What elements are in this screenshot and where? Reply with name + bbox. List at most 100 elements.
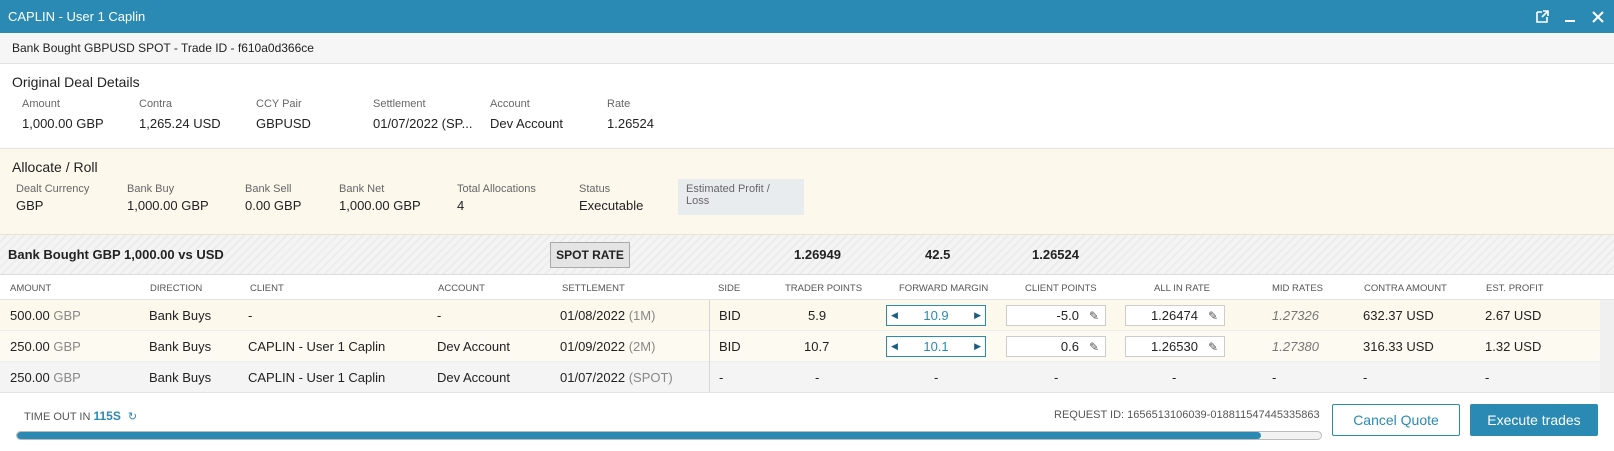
field-bank-net: Bank Net 1,000.00 GBP (339, 183, 457, 215)
field-label: Bank Net (339, 183, 385, 195)
progress-fill (17, 432, 1262, 439)
field-label: Dealt Currency (16, 183, 90, 195)
field-value: 1,265.24 USD (139, 116, 221, 131)
col-contra-amount[interactable]: CONTRA AMOUNT (1364, 276, 1447, 300)
pencil-icon[interactable]: ✎ (1208, 340, 1218, 354)
all-in-rate-input[interactable]: 1.26474 ✎ (1125, 305, 1225, 326)
profit-cell: 2.67 USD (1485, 307, 1542, 323)
title-bar: CAPLIN - User 1 Caplin (0, 0, 1614, 33)
table-row[interactable]: 250.00 GBP Bank Buys CAPLIN - User 1 Cap… (0, 362, 1614, 393)
side-cell: BID (719, 338, 741, 354)
field-label: Contra (139, 98, 173, 110)
account-cell: Dev Account (437, 338, 510, 354)
col-direction[interactable]: DIRECTION (150, 276, 202, 300)
execute-trades-button[interactable]: Execute trades (1470, 404, 1598, 436)
account-cell: Dev Account (437, 369, 510, 385)
settlement-date: 01/08/2022 (560, 307, 626, 323)
profit-cell: - (1485, 369, 1490, 385)
client-points-input[interactable]: -5.0 ✎ (1006, 305, 1106, 326)
refresh-icon[interactable]: ↻ (128, 411, 137, 423)
all-in-rate-value[interactable]: 1.26474 (1151, 308, 1198, 323)
decrement-icon[interactable]: ◀ (891, 341, 898, 352)
forward-margin-value[interactable]: 10.1 (923, 339, 948, 354)
field-label: Status (579, 183, 611, 195)
col-client[interactable]: CLIENT (250, 276, 284, 300)
minimize-icon[interactable] (1562, 9, 1578, 25)
spot-value-3: 1.26524 (1032, 247, 1079, 262)
mid-rate-cell: - (1272, 369, 1277, 385)
col-all-in-rate[interactable]: ALL IN RATE (1154, 276, 1210, 300)
client-points-value[interactable]: -5.0 (1057, 308, 1079, 323)
footer: TIME OUT IN 115S ↻ REQUEST ID: 165651310… (0, 392, 1614, 451)
settlement-date: 01/07/2022 (560, 369, 626, 385)
field-settlement: Settlement 01/07/2022 (SP... (373, 98, 490, 131)
field-value: 1,000.00 GBP (339, 198, 421, 213)
window-title: CAPLIN - User 1 Caplin (8, 9, 146, 24)
spot-rate-bar: Bank Bought GBP 1,000.00 vs USD SPOT RAT… (0, 235, 1614, 275)
field-contra: Contra 1,265.24 USD (139, 98, 256, 131)
field-value: 01/07/2022 (SP... (373, 116, 473, 131)
field-value: 3.99 USD (686, 210, 796, 211)
status-value: Executable (579, 198, 644, 213)
field-label: Settlement (373, 98, 426, 110)
increment-icon[interactable]: ▶ (974, 341, 981, 352)
all-in-rate-input[interactable]: 1.26530 ✎ (1125, 336, 1225, 357)
close-icon[interactable] (1590, 9, 1606, 25)
settlement-tenor: (2M) (628, 338, 656, 354)
col-trader-points[interactable]: TRADER POINTS (785, 276, 862, 300)
field-account: Account Dev Account (490, 98, 607, 131)
account-cell: - (437, 307, 442, 323)
spot-rate-button[interactable]: SPOT RATE (550, 242, 630, 268)
forward-margin-cell: - (934, 369, 939, 385)
pencil-icon[interactable]: ✎ (1089, 309, 1099, 323)
all-in-rate-value[interactable]: 1.26530 (1151, 339, 1198, 354)
decrement-icon[interactable]: ◀ (891, 310, 898, 321)
table-row[interactable]: 250.00 GBP Bank Buys CAPLIN - User 1 Cap… (0, 331, 1614, 362)
col-amount[interactable]: AMOUNT (10, 276, 51, 300)
client-points-value[interactable]: 0.6 (1061, 339, 1079, 354)
client-cell: CAPLIN - User 1 Caplin (248, 338, 386, 354)
forward-margin-stepper[interactable]: ◀ 10.1 ▶ (886, 336, 986, 357)
field-label: Total Allocations (457, 183, 536, 195)
amount-ccy: GBP (53, 307, 81, 323)
settlement-cell: 01/07/2022 (SPOT) (560, 362, 673, 392)
col-mid-rates[interactable]: MID RATES (1272, 276, 1323, 300)
amount-cell: 250.00 GBP (10, 331, 81, 361)
amount-value: 250.00 (10, 338, 50, 354)
forward-margin-value[interactable]: 10.9 (923, 308, 948, 323)
table-row[interactable]: 500.00 GBP Bank Buys - - 01/08/2022 (1M)… (0, 300, 1614, 331)
field-label: Bank Buy (127, 183, 175, 195)
pencil-icon[interactable]: ✎ (1089, 340, 1099, 354)
pencil-icon[interactable]: ✎ (1208, 309, 1218, 323)
cancel-quote-button[interactable]: Cancel Quote (1332, 404, 1460, 436)
col-side[interactable]: SIDE (718, 276, 740, 300)
col-account[interactable]: ACCOUNT (438, 276, 485, 300)
trader-points-cell: 5.9 (808, 307, 827, 323)
field-label: Amount (22, 98, 60, 110)
col-settlement[interactable]: SETTLEMENT (562, 276, 625, 300)
field-label: Rate (607, 98, 631, 110)
allocations-grid: AMOUNT DIRECTION CLIENT ACCOUNT SETTLEME… (0, 276, 1614, 393)
col-est-profit[interactable]: EST. PROFIT (1486, 276, 1544, 300)
col-client-points[interactable]: CLIENT POINTS (1025, 276, 1097, 300)
popout-icon[interactable] (1534, 9, 1550, 25)
field-value: Dev Account (490, 116, 563, 131)
original-deal-section: Original Deal Details Amount 1,000.00 GB… (0, 64, 1614, 149)
client-points-input[interactable]: 0.6 ✎ (1006, 336, 1106, 357)
trader-points-cell: - (815, 369, 820, 385)
field-value: 0.00 GBP (245, 198, 302, 213)
col-forward-margin[interactable]: FORWARD MARGIN (899, 276, 988, 300)
timeout-value: 115S (93, 409, 121, 423)
mid-rate-cell: 1.27380 (1272, 338, 1319, 354)
request-id: REQUEST ID: 1656513106039-01881154744533… (1054, 409, 1320, 421)
grid-scrollbar[interactable] (1600, 300, 1614, 392)
trader-points-cell: 10.7 (804, 338, 830, 354)
forward-margin-stepper[interactable]: ◀ 10.9 ▶ (886, 305, 986, 326)
increment-icon[interactable]: ▶ (974, 310, 981, 321)
field-ccy-pair: CCY Pair GBPUSD (256, 98, 373, 131)
amount-ccy: GBP (53, 369, 81, 385)
side-cell: - (719, 369, 724, 385)
field-value: GBPUSD (256, 116, 311, 131)
direction-cell: Bank Buys (149, 369, 212, 385)
field-status: Status Executable (579, 183, 678, 215)
